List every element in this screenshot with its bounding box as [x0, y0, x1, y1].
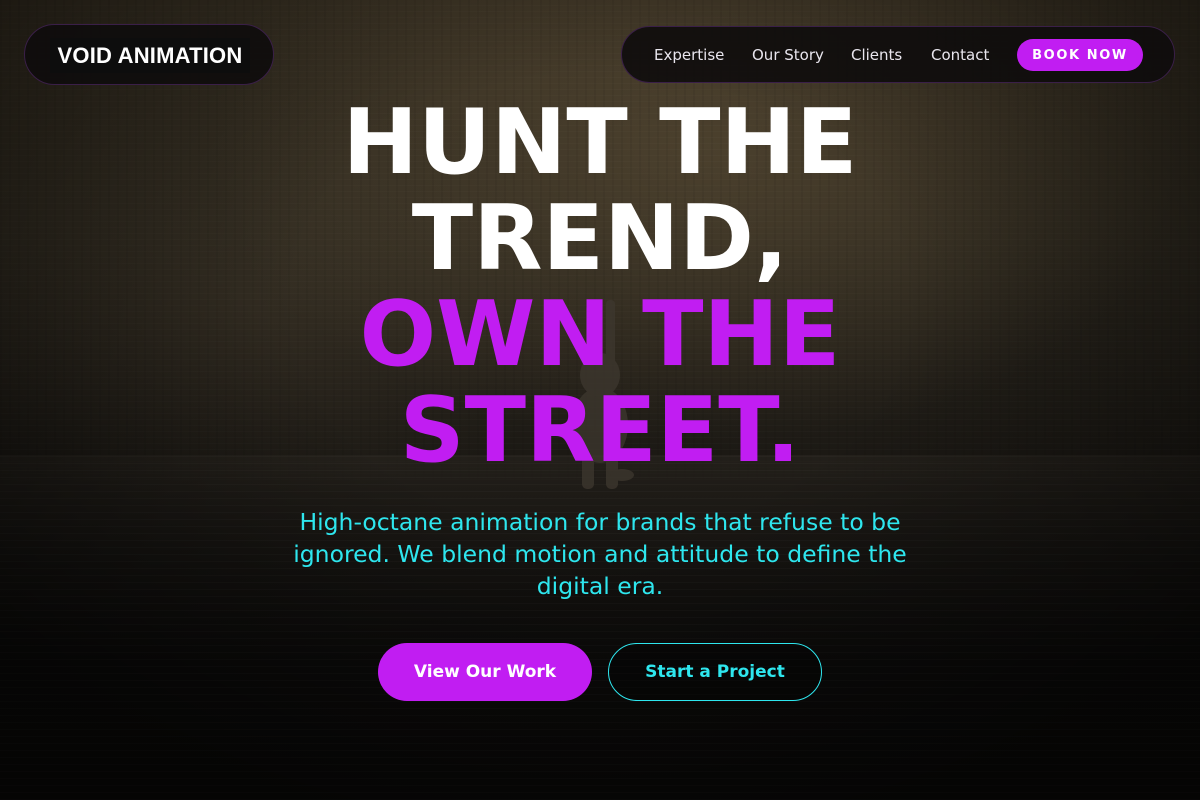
nav-link-expertise[interactable]: Expertise — [654, 46, 724, 64]
headline-line-3: OWN THE — [359, 282, 841, 387]
headline-line-4: STREET. — [399, 378, 801, 483]
page: VOID ANIMATION Expertise Our Story Clien… — [0, 0, 1200, 800]
main-nav: Expertise Our Story Clients Contact BOOK… — [621, 26, 1175, 83]
nav-link-contact[interactable]: Contact — [931, 46, 989, 64]
brand-pill: VOID ANIMATION — [24, 24, 274, 85]
start-a-project-button[interactable]: Start a Project — [608, 643, 822, 701]
headline-line-1: HUNT THE — [342, 90, 858, 195]
hero-headline: HUNT THE TREND, OWN THE STREET. — [0, 95, 1200, 479]
hero-subtitle: High-octane animation for brands that re… — [293, 508, 907, 600]
brand-name: VOID ANIMATION — [57, 42, 243, 68]
nav-link-clients[interactable]: Clients — [851, 46, 902, 64]
headline-line-2: TREND, — [411, 186, 789, 291]
view-our-work-button[interactable]: View Our Work — [378, 643, 592, 701]
brand-logo[interactable]: VOID ANIMATION — [50, 38, 250, 73]
book-now-button[interactable]: BOOK NOW — [1017, 39, 1143, 71]
nav-link-our-story[interactable]: Our Story — [752, 46, 824, 64]
